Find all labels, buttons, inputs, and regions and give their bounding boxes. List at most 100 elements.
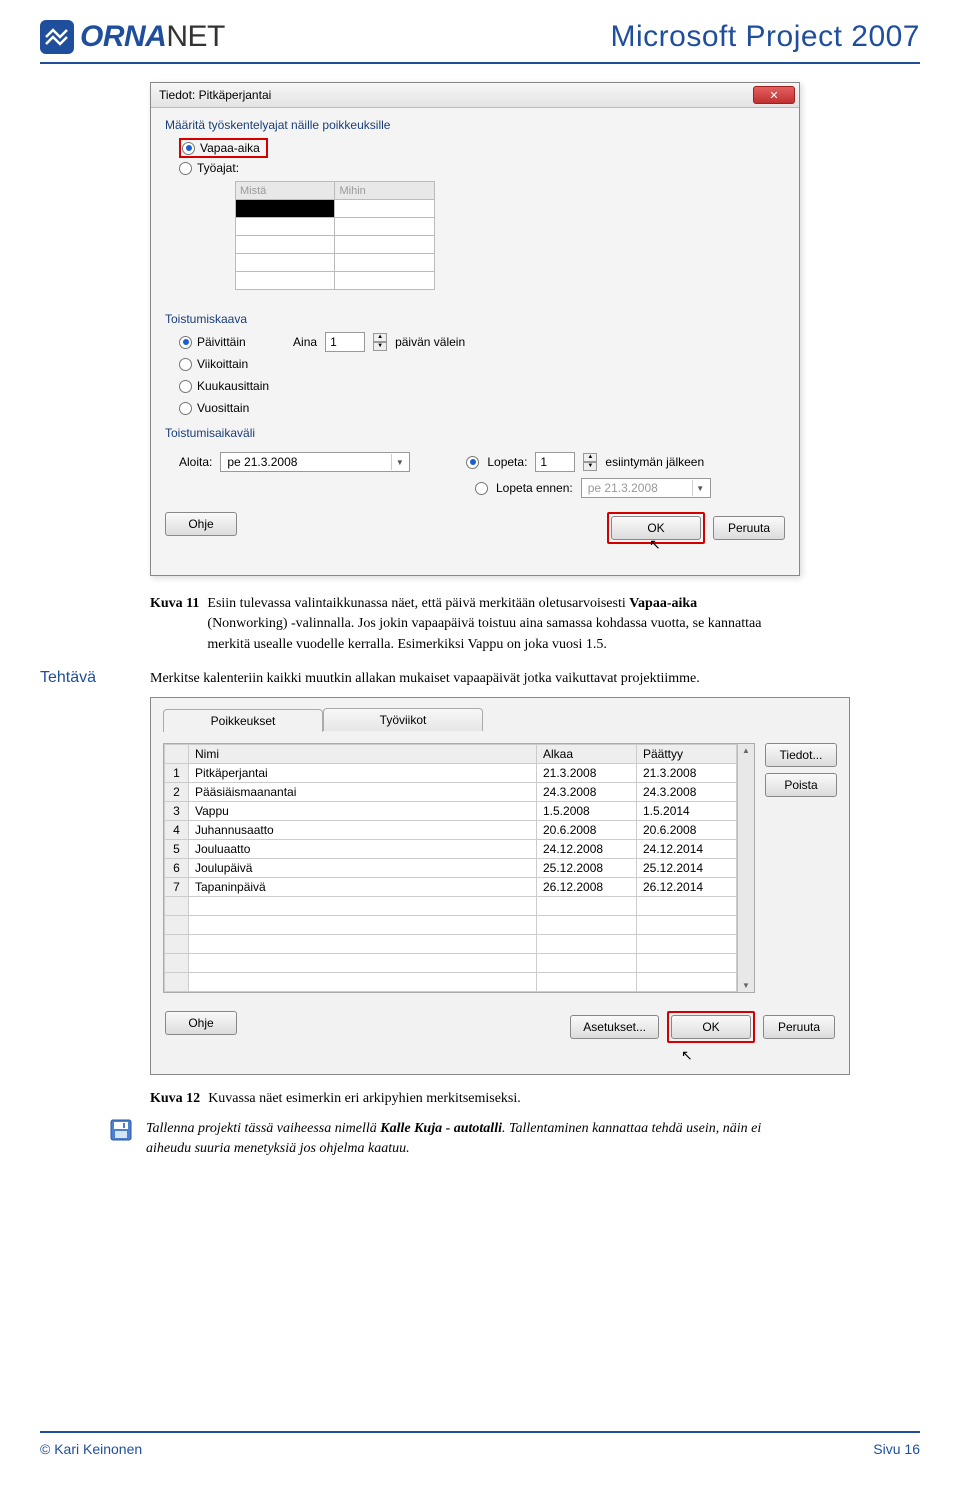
alkaa-cell[interactable]: 24.12.2008 bbox=[537, 840, 637, 859]
nimi-cell[interactable]: Pitkäperjantai bbox=[189, 764, 537, 783]
footer-left: © Kari Keinonen bbox=[40, 1441, 142, 1457]
ok-button-2[interactable]: OK bbox=[671, 1015, 751, 1039]
paattyy-cell[interactable]: 20.6.2008 bbox=[637, 821, 737, 840]
scroll-down-icon[interactable]: ▼ bbox=[742, 981, 750, 990]
tab-poikkeukset[interactable]: Poikkeukset bbox=[163, 709, 323, 732]
nimi-cell[interactable]: Juhannusaatto bbox=[189, 821, 537, 840]
radio-viikoittain-row[interactable]: Viikoittain bbox=[179, 357, 269, 371]
radio-paivittain-row[interactable]: Päivittäin bbox=[179, 335, 269, 349]
asetukset-button[interactable]: Asetukset... bbox=[570, 1015, 659, 1039]
time-cell[interactable] bbox=[335, 200, 435, 218]
lopeta-label: Lopeta: bbox=[487, 455, 527, 469]
nimi-cell[interactable]: Vappu bbox=[189, 802, 537, 821]
dialog-titlebar: Tiedot: Pitkäperjantai ✕ bbox=[151, 83, 799, 108]
lopeta-input[interactable]: 1 bbox=[535, 452, 575, 472]
alkaa-cell[interactable]: 1.5.2008 bbox=[537, 802, 637, 821]
radio-vuosittain[interactable] bbox=[179, 402, 192, 415]
time-cell[interactable] bbox=[236, 218, 335, 236]
logo: ORNANET bbox=[40, 20, 225, 54]
nimi-cell[interactable]: Joulupäivä bbox=[189, 859, 537, 878]
paattyy-cell[interactable]: 21.3.2008 bbox=[637, 764, 737, 783]
logo-text: ORNANET bbox=[80, 20, 225, 54]
time-cell[interactable] bbox=[236, 254, 335, 272]
cursor-icon: ↖ bbox=[681, 1047, 693, 1063]
radio-tyoajat[interactable] bbox=[179, 162, 192, 175]
time-cell[interactable] bbox=[335, 272, 435, 290]
table-row[interactable]: 3Vappu1.5.20081.5.2014 bbox=[165, 802, 737, 821]
col-alkaa: Alkaa bbox=[537, 745, 637, 764]
paattyy-cell[interactable]: 24.12.2014 bbox=[637, 840, 737, 859]
nimi-cell[interactable]: Tapaninpäivä bbox=[189, 878, 537, 897]
tiedot-button[interactable]: Tiedot... bbox=[765, 743, 837, 767]
tehtava-text: Merkitse kalenteriin kaikki muutkin alla… bbox=[150, 669, 700, 689]
radio-lopeta-ennen[interactable] bbox=[475, 482, 488, 495]
scroll-up-icon[interactable]: ▲ bbox=[742, 746, 750, 755]
time-table: MistäMihin bbox=[235, 181, 435, 290]
radio-paivittain-label: Päivittäin bbox=[197, 335, 246, 349]
aina-input[interactable]: 1 bbox=[325, 332, 365, 352]
lopeta-spinner[interactable]: ▲▼ bbox=[583, 453, 597, 471]
nimi-cell[interactable]: Pääsiäismaanantai bbox=[189, 783, 537, 802]
logo-icon bbox=[40, 20, 74, 54]
radio-kuukausittain[interactable] bbox=[179, 380, 192, 393]
esiintyman-label: esiintymän jälkeen bbox=[605, 455, 704, 469]
rownum-cell: 6 bbox=[165, 859, 189, 878]
radio-tyoajat-row[interactable]: Työajat: bbox=[179, 161, 785, 175]
table-row[interactable]: 6Joulupäivä25.12.200825.12.2014 bbox=[165, 859, 737, 878]
caption-kuva-12: Kuva 12 Kuvassa näet esimerkin eri arkip… bbox=[150, 1091, 920, 1107]
lopeta-ennen-combo[interactable]: pe 21.3.2008 ▼ bbox=[581, 478, 711, 498]
alkaa-cell[interactable]: 21.3.2008 bbox=[537, 764, 637, 783]
poista-button[interactable]: Poista bbox=[765, 773, 837, 797]
alkaa-cell[interactable]: 24.3.2008 bbox=[537, 783, 637, 802]
paattyy-cell[interactable]: 1.5.2014 bbox=[637, 802, 737, 821]
radio-viikoittain[interactable] bbox=[179, 358, 192, 371]
alkaa-cell[interactable]: 20.6.2008 bbox=[537, 821, 637, 840]
time-cell[interactable] bbox=[335, 236, 435, 254]
page-header: ORNANET Microsoft Project 2007 bbox=[40, 20, 920, 64]
rownum-cell: 3 bbox=[165, 802, 189, 821]
table-row[interactable]: 1Pitkäperjantai21.3.200821.3.2008 bbox=[165, 764, 737, 783]
dialog-tiedot: Tiedot: Pitkäperjantai ✕ Määritä työsken… bbox=[150, 82, 800, 576]
tab-tyoviikot[interactable]: Työviikot bbox=[323, 708, 483, 731]
section-recurrence-label: Toistumiskaava bbox=[165, 312, 785, 326]
alkaa-cell[interactable]: 25.12.2008 bbox=[537, 859, 637, 878]
aloita-combo[interactable]: pe 21.3.2008 ▼ bbox=[220, 452, 410, 472]
section-working-times-label: Määritä työskentelyajat näille poikkeuks… bbox=[165, 118, 785, 132]
paivan-valein-label: päivän välein bbox=[395, 335, 465, 349]
time-cell[interactable] bbox=[236, 236, 335, 254]
caption-text: Kuvassa näet esimerkin eri arkipyhien me… bbox=[208, 1091, 521, 1107]
time-cell[interactable] bbox=[236, 272, 335, 290]
ohje-button-2[interactable]: Ohje bbox=[165, 1011, 237, 1035]
table-row[interactable]: 7Tapaninpäivä26.12.200826.12.2014 bbox=[165, 878, 737, 897]
time-cell[interactable] bbox=[335, 254, 435, 272]
lopeta-ennen-label: Lopeta ennen: bbox=[496, 481, 573, 495]
save-text: Tallenna projekti tässä vaiheessa nimell… bbox=[146, 1119, 790, 1160]
scrollbar[interactable]: ▲ ▼ bbox=[737, 744, 754, 992]
radio-vapaa-aika-row[interactable]: Vapaa-aika bbox=[179, 138, 785, 158]
lopeta-ennen-value: pe 21.3.2008 bbox=[588, 481, 658, 495]
radio-vapaa-aika[interactable] bbox=[182, 142, 195, 155]
save-note: Tallenna projekti tässä vaiheessa nimell… bbox=[110, 1119, 790, 1160]
paattyy-cell[interactable]: 25.12.2014 bbox=[637, 859, 737, 878]
close-button[interactable]: ✕ bbox=[753, 86, 795, 104]
table-row[interactable]: 5Jouluaatto24.12.200824.12.2014 bbox=[165, 840, 737, 859]
radio-vuosittain-row[interactable]: Vuosittain bbox=[179, 401, 269, 415]
alkaa-cell[interactable]: 26.12.2008 bbox=[537, 878, 637, 897]
nimi-cell[interactable]: Jouluaatto bbox=[189, 840, 537, 859]
aina-spinner[interactable]: ▲▼ bbox=[373, 333, 387, 351]
time-cell[interactable] bbox=[335, 218, 435, 236]
tehtava-label: Tehtävä bbox=[40, 669, 130, 687]
time-cell[interactable] bbox=[236, 200, 335, 218]
paattyy-cell[interactable]: 26.12.2014 bbox=[637, 878, 737, 897]
aloita-value: pe 21.3.2008 bbox=[227, 455, 297, 469]
radio-paivittain[interactable] bbox=[179, 336, 192, 349]
table-row[interactable]: 2Pääsiäismaanantai24.3.200824.3.2008 bbox=[165, 783, 737, 802]
table-row[interactable]: 4Juhannusaatto20.6.200820.6.2008 bbox=[165, 821, 737, 840]
radio-kuukausittain-row[interactable]: Kuukausittain bbox=[179, 379, 269, 393]
paattyy-cell[interactable]: 24.3.2008 bbox=[637, 783, 737, 802]
ohje-button[interactable]: Ohje bbox=[165, 512, 237, 536]
radio-lopeta[interactable] bbox=[466, 456, 479, 469]
peruuta-button-2[interactable]: Peruuta bbox=[763, 1015, 835, 1039]
peruuta-button[interactable]: Peruuta bbox=[713, 516, 785, 540]
logo-light: NET bbox=[166, 20, 225, 53]
